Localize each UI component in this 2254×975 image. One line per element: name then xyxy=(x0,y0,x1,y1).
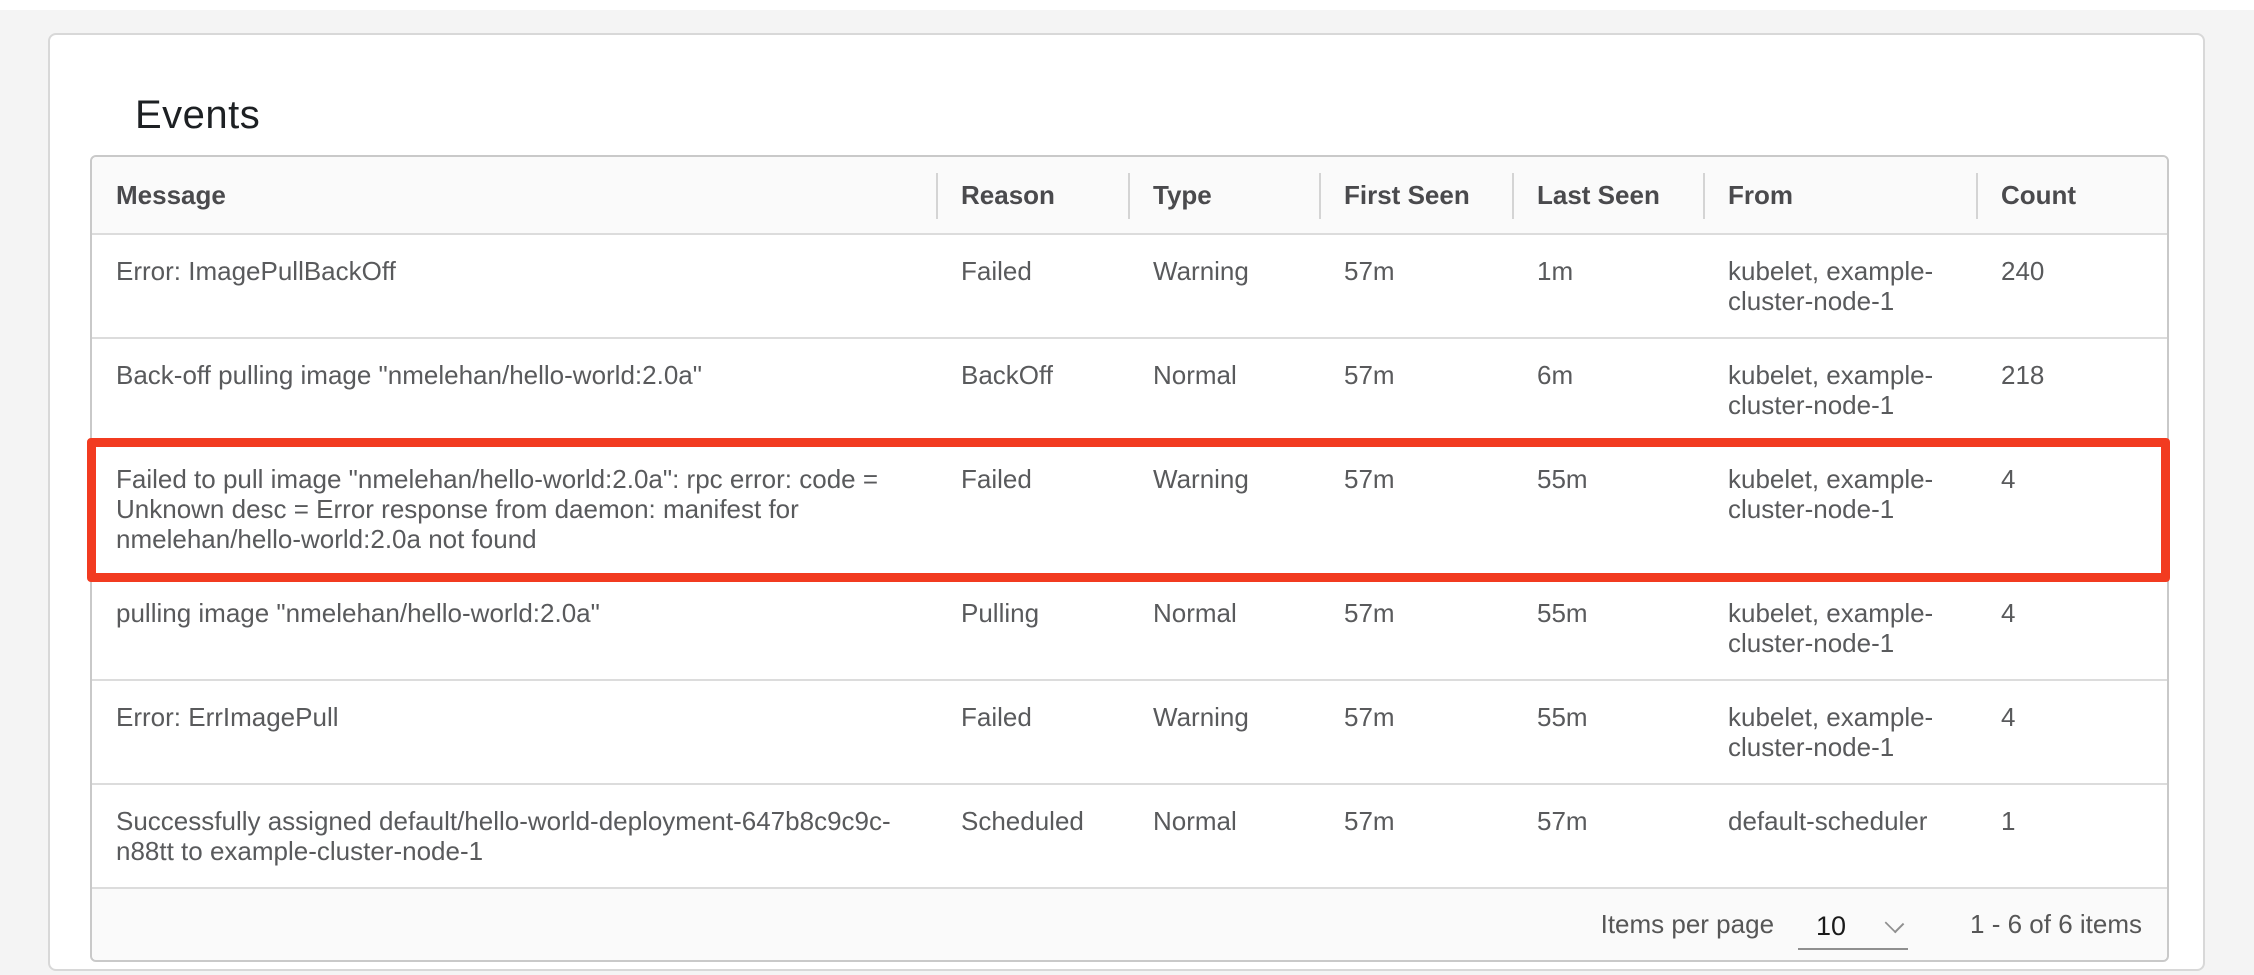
column-header-count: Count xyxy=(1977,157,2167,234)
cell-first_seen: 57m xyxy=(1320,680,1513,784)
cell-count: 218 xyxy=(1977,338,2167,442)
events-card: Events MessageReasonTypeFirst SeenLast S… xyxy=(48,33,2205,971)
items-per-page-value: 10 xyxy=(1816,911,1846,942)
cell-first_seen: 57m xyxy=(1320,784,1513,887)
cell-reason: Failed xyxy=(937,234,1129,338)
cell-from: kubelet, example-cluster-node-1 xyxy=(1704,576,1977,680)
cell-message: Successfully assigned default/hello-worl… xyxy=(92,784,937,887)
cell-first_seen: 57m xyxy=(1320,234,1513,338)
cell-reason: Failed xyxy=(937,680,1129,784)
column-header-from: From xyxy=(1704,157,1977,234)
table-body: Error: ImagePullBackOffFailedWarning57m1… xyxy=(92,234,2167,887)
cell-message: Failed to pull image "nmelehan/hello-wor… xyxy=(92,442,937,576)
table-row: Failed to pull image "nmelehan/hello-wor… xyxy=(92,442,2167,576)
cell-first_seen: 57m xyxy=(1320,576,1513,680)
cell-first_seen: 57m xyxy=(1320,338,1513,442)
top-strip xyxy=(0,0,2254,10)
chevron-down-icon xyxy=(1885,914,1905,934)
pagination-range-text: 1 - 6 of 6 items xyxy=(1970,909,2142,940)
cell-last_seen: 6m xyxy=(1513,338,1704,442)
page-title: Events xyxy=(135,93,260,137)
cell-count: 4 xyxy=(1977,576,2167,680)
cell-count: 4 xyxy=(1977,442,2167,576)
cell-message: Error: ImagePullBackOff xyxy=(92,234,937,338)
cell-from: default-scheduler xyxy=(1704,784,1977,887)
datagrid-footer: Items per page 10 1 - 6 of 6 items xyxy=(92,887,2167,960)
cell-message: Error: ErrImagePull xyxy=(92,680,937,784)
table-row: Successfully assigned default/hello-worl… xyxy=(92,784,2167,887)
cell-count: 240 xyxy=(1977,234,2167,338)
page: Events MessageReasonTypeFirst SeenLast S… xyxy=(0,0,2254,975)
table-row: Error: ErrImagePullFailedWarning57m55mku… xyxy=(92,680,2167,784)
cell-type: Normal xyxy=(1129,338,1320,442)
cell-type: Normal xyxy=(1129,576,1320,680)
cell-last_seen: 55m xyxy=(1513,576,1704,680)
cell-reason: Pulling xyxy=(937,576,1129,680)
cell-type: Normal xyxy=(1129,784,1320,887)
cell-last_seen: 57m xyxy=(1513,784,1704,887)
cell-message: Back-off pulling image "nmelehan/hello-w… xyxy=(92,338,937,442)
cell-reason: BackOff xyxy=(937,338,1129,442)
column-header-reason: Reason xyxy=(937,157,1129,234)
items-per-page-label: Items per page xyxy=(1601,909,1774,940)
column-header-first_seen: First Seen xyxy=(1320,157,1513,234)
cell-type: Warning xyxy=(1129,234,1320,338)
events-datagrid: MessageReasonTypeFirst SeenLast SeenFrom… xyxy=(90,155,2169,962)
table-row: Back-off pulling image "nmelehan/hello-w… xyxy=(92,338,2167,442)
cell-first_seen: 57m xyxy=(1320,442,1513,576)
cell-last_seen: 1m xyxy=(1513,234,1704,338)
table-row: Error: ImagePullBackOffFailedWarning57m1… xyxy=(92,234,2167,338)
cell-message: pulling image "nmelehan/hello-world:2.0a… xyxy=(92,576,937,680)
cell-type: Warning xyxy=(1129,680,1320,784)
cell-from: kubelet, example-cluster-node-1 xyxy=(1704,680,1977,784)
table-header-row: MessageReasonTypeFirst SeenLast SeenFrom… xyxy=(92,157,2167,234)
cell-from: kubelet, example-cluster-node-1 xyxy=(1704,338,1977,442)
column-header-last_seen: Last Seen xyxy=(1513,157,1704,234)
cell-reason: Scheduled xyxy=(937,784,1129,887)
cell-from: kubelet, example-cluster-node-1 xyxy=(1704,442,1977,576)
cell-from: kubelet, example-cluster-node-1 xyxy=(1704,234,1977,338)
table-row: pulling image "nmelehan/hello-world:2.0a… xyxy=(92,576,2167,680)
cell-last_seen: 55m xyxy=(1513,442,1704,576)
column-header-type: Type xyxy=(1129,157,1320,234)
cell-count: 4 xyxy=(1977,680,2167,784)
items-per-page-select[interactable]: 10 xyxy=(1798,911,1908,950)
table-header: MessageReasonTypeFirst SeenLast SeenFrom… xyxy=(92,157,2167,234)
cell-reason: Failed xyxy=(937,442,1129,576)
cell-last_seen: 55m xyxy=(1513,680,1704,784)
events-table: MessageReasonTypeFirst SeenLast SeenFrom… xyxy=(92,157,2167,887)
cell-type: Warning xyxy=(1129,442,1320,576)
column-header-message: Message xyxy=(92,157,937,234)
cell-count: 1 xyxy=(1977,784,2167,887)
